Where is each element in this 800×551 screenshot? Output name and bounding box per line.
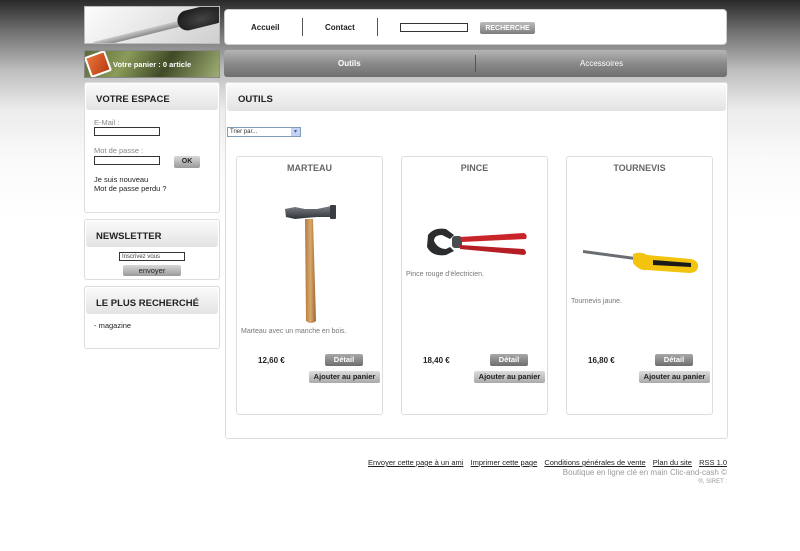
top-nav: Accueil Contact RECHERCHE [224, 9, 727, 45]
nav-home-link[interactable]: Accueil [251, 23, 279, 32]
register-link[interactable]: Je suis nouveau [94, 175, 148, 184]
category-separator [475, 55, 476, 72]
email-field[interactable] [94, 127, 160, 136]
nav-separator [302, 18, 303, 36]
search-input[interactable] [400, 23, 468, 32]
cart-text: Votre panier : 0 article [113, 60, 192, 69]
product-detail-button[interactable]: Détail [490, 354, 528, 366]
footer-link-print[interactable]: Imprimer cette page [471, 458, 538, 467]
page-title: OUTILS [227, 84, 726, 111]
product-card-tournevis: TOURNEVIS Tournevis jaune. 16,80 € Détai… [566, 156, 713, 415]
password-field[interactable] [94, 156, 160, 165]
footer-link-sitemap[interactable]: Plan du site [653, 458, 692, 467]
pliers-image[interactable] [424, 225, 530, 259]
newsletter-submit-button[interactable]: envoyer [123, 265, 181, 276]
product-detail-button[interactable]: Détail [325, 354, 363, 366]
account-title: VOTRE ESPACE [86, 84, 218, 110]
email-label: E-Mail : [94, 118, 120, 127]
add-to-cart-button[interactable]: Ajouter au panier [309, 371, 380, 383]
hammer-image[interactable] [283, 205, 339, 325]
forgot-password-link[interactable]: Mot de passe perdu ? [94, 184, 167, 193]
product-price: 12,60 € [258, 356, 285, 365]
newsletter-block: NEWSLETTER Inscrivez vous envoyer [84, 219, 220, 280]
cart-icon [85, 51, 113, 77]
product-listing: OUTILS Trier par... ▾ MARTEAU Marteau av… [225, 82, 728, 439]
category-tab-outils[interactable]: Outils [338, 59, 361, 68]
account-block: VOTRE ESPACE E-Mail : Mot de passe : OK … [84, 82, 220, 213]
sort-selected-value: Trier par... [230, 129, 258, 135]
product-name: PINCE [460, 163, 489, 173]
footer-link-terms[interactable]: Conditions générales de vente [544, 458, 645, 467]
product-description: Marteau avec un manche en bois. [241, 328, 347, 335]
footer-siret: ®, SIRET : [698, 479, 727, 485]
password-label: Mot de passe : [94, 146, 144, 155]
popular-item-magazine[interactable]: - magazine [94, 321, 131, 330]
category-bar: Outils Accessoires [224, 50, 727, 77]
product-name: TOURNEVIS [613, 163, 666, 173]
footer-link-rss[interactable]: RSS 1.0 [699, 458, 727, 467]
product-card-pince: PINCE Pince rouge d'électricien. 18,40 €… [401, 156, 548, 415]
product-detail-button[interactable]: Détail [655, 354, 693, 366]
cart-summary[interactable]: Votre panier : 0 article [84, 50, 220, 78]
login-ok-button[interactable]: OK [174, 156, 200, 168]
product-price: 16,80 € [588, 356, 615, 365]
product-card-marteau: MARTEAU Marteau avec un manche en bois. … [236, 156, 383, 415]
add-to-cart-button[interactable]: Ajouter au panier [474, 371, 545, 383]
product-description: Tournevis jaune. [571, 298, 622, 305]
footer-copyright: Boutique en ligne clé en main Clic-and-c… [562, 468, 727, 477]
category-tab-accessoires[interactable]: Accessoires [580, 59, 623, 68]
screwdriver-image[interactable] [581, 243, 701, 277]
product-description: Pince rouge d'électricien. [406, 271, 484, 278]
logo-tool-grip [175, 7, 219, 33]
chevron-down-icon: ▾ [291, 128, 300, 136]
add-to-cart-button[interactable]: Ajouter au panier [639, 371, 710, 383]
nav-separator [377, 18, 378, 36]
footer-link-send-friend[interactable]: Envoyer cette page à un ami [368, 458, 463, 467]
nav-contact-link[interactable]: Contact [325, 23, 355, 32]
site-logo[interactable] [84, 6, 220, 44]
footer-links: Envoyer cette page à un ami Imprimer cet… [363, 458, 727, 467]
newsletter-title: NEWSLETTER [86, 221, 218, 247]
sort-select[interactable]: Trier par... ▾ [227, 127, 301, 137]
product-name: MARTEAU [287, 163, 332, 173]
newsletter-email-input[interactable]: Inscrivez vous [119, 252, 185, 261]
popular-title: LE PLUS RECHERCHÉ [86, 288, 218, 314]
popular-block: LE PLUS RECHERCHÉ - magazine [84, 286, 220, 349]
product-price: 18,40 € [423, 356, 450, 365]
search-button[interactable]: RECHERCHE [480, 22, 535, 34]
